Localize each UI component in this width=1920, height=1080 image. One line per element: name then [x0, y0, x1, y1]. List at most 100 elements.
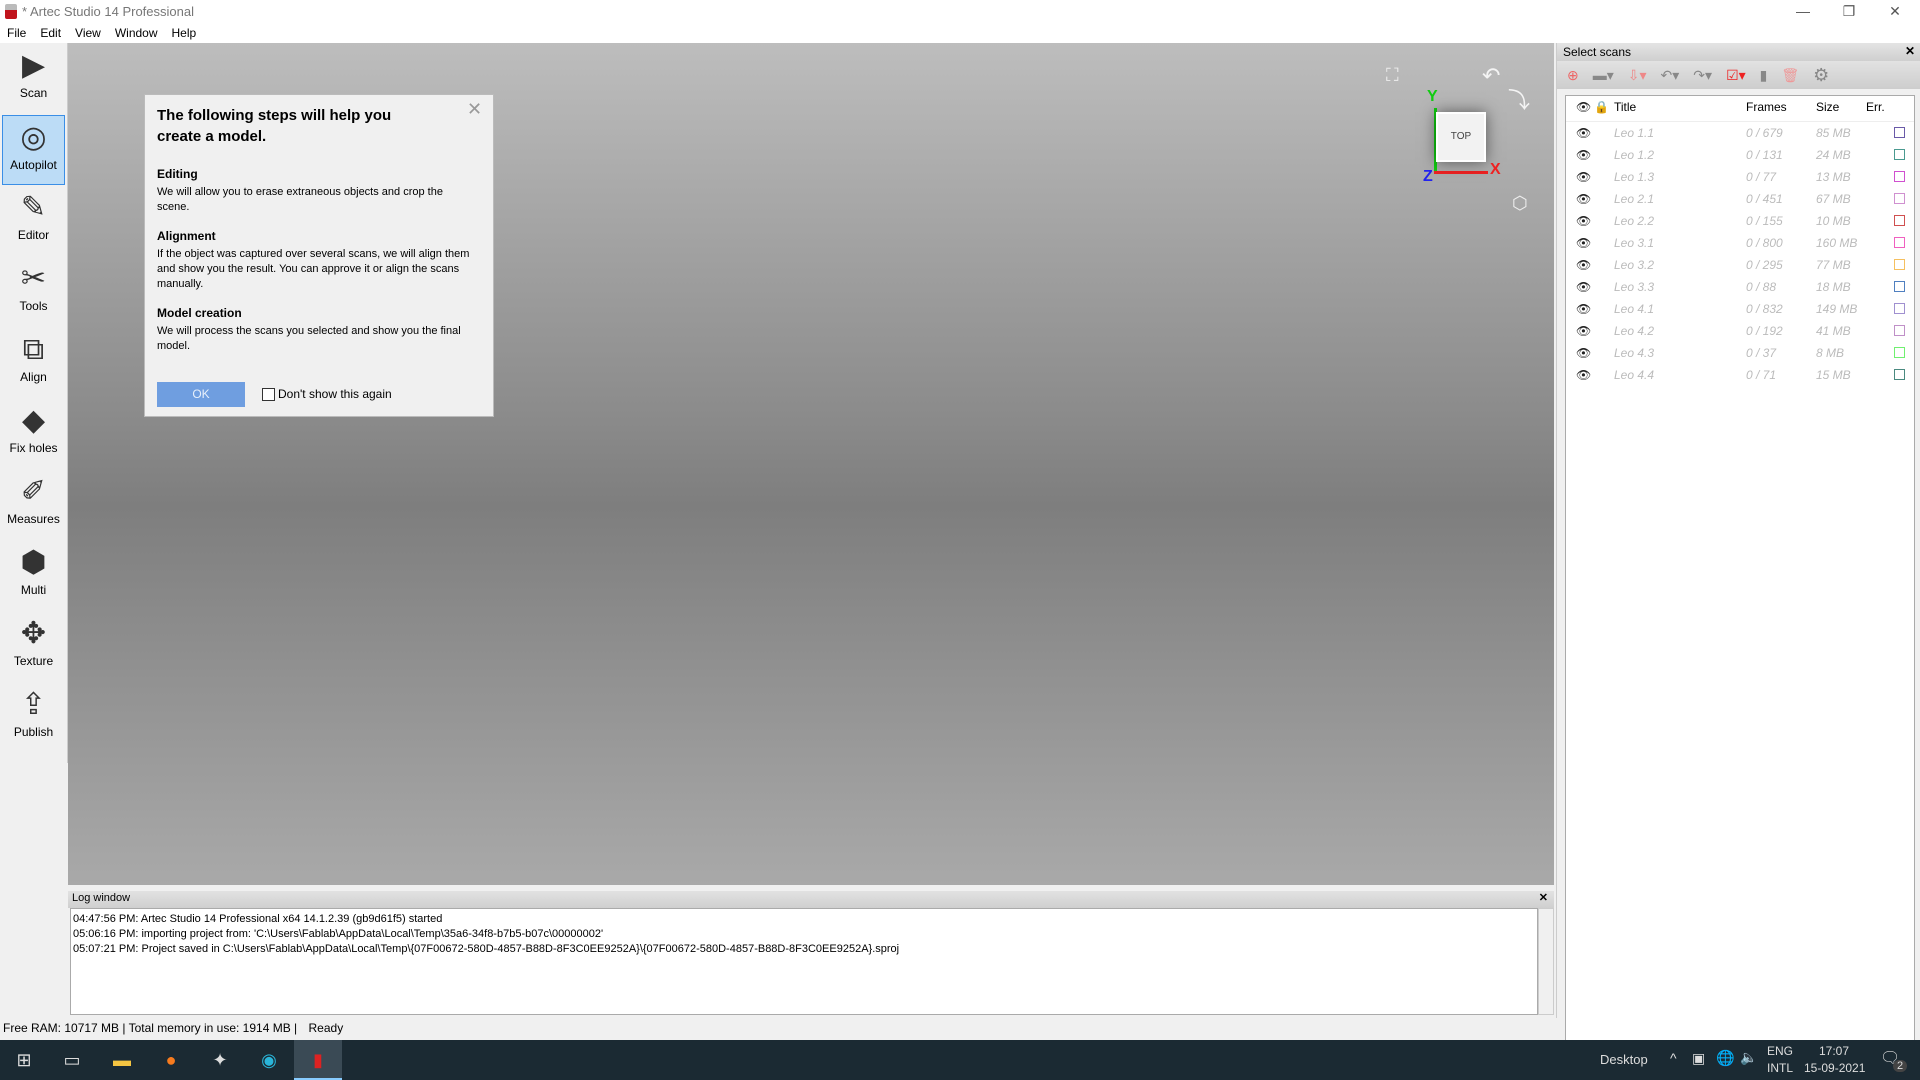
artec-studio-taskbar-icon[interactable]: ▮	[294, 1040, 342, 1080]
open-folder-icon[interactable]: ▬▾	[1593, 67, 1614, 84]
edge-icon[interactable]: ◉	[245, 1040, 293, 1080]
scan-color-checkbox[interactable]	[1894, 237, 1905, 248]
dont-show-again-checkbox[interactable]: Don't show this again	[262, 387, 392, 401]
visibility-eye-icon[interactable]: 👁	[1576, 236, 1591, 250]
visibility-eye-icon[interactable]: 👁	[1576, 346, 1591, 360]
col-size[interactable]: Size	[1816, 100, 1839, 114]
sidebar-tool-editor[interactable]: ✎ Editor	[2, 186, 65, 256]
scan-row[interactable]: 👁 Leo 4.1 0 / 832 149 MB	[1566, 298, 1914, 320]
volume-icon[interactable]: 🔈	[1740, 1049, 1757, 1066]
sidebar-tool-texture[interactable]: ✥ Texture	[2, 612, 65, 682]
scan-color-checkbox[interactable]	[1894, 325, 1905, 336]
scan-color-checkbox[interactable]	[1894, 127, 1905, 138]
menu-window[interactable]: Window	[108, 24, 165, 43]
clock-date[interactable]: 15-09-2021	[1804, 1061, 1865, 1075]
select-all-icon[interactable]: ☑▾	[1726, 67, 1746, 84]
redo-icon[interactable]: ↷▾	[1693, 67, 1712, 84]
visibility-column-icon[interactable]: 👁	[1576, 100, 1591, 114]
menu-file[interactable]: File	[0, 24, 33, 43]
visibility-eye-icon[interactable]: 👁	[1576, 324, 1591, 338]
visibility-eye-icon[interactable]: 👁	[1576, 214, 1591, 228]
scan-row[interactable]: 👁 Leo 4.3 0 / 37 8 MB	[1566, 342, 1914, 364]
visibility-eye-icon[interactable]: 👁	[1576, 368, 1591, 382]
delete-icon[interactable]: 🗑	[1781, 67, 1799, 84]
language-primary[interactable]: ENG	[1767, 1044, 1793, 1058]
scan-color-checkbox[interactable]	[1894, 149, 1905, 160]
scan-row[interactable]: 👁 Leo 1.3 0 / 77 13 MB	[1566, 166, 1914, 188]
status-bar: Free RAM: 10717 MB | Total memory in use…	[3, 1021, 344, 1035]
desktop-toolbar[interactable]: Desktop	[1600, 1052, 1648, 1067]
firefox-icon[interactable]: ●	[147, 1040, 195, 1080]
col-err[interactable]: Err.	[1866, 100, 1885, 114]
visibility-eye-icon[interactable]: 👁	[1576, 170, 1591, 184]
undo-icon[interactable]: ↶▾	[1661, 67, 1680, 84]
settings-gear-icon[interactable]: ⚙	[1813, 65, 1829, 86]
scan-row[interactable]: 👁 Leo 1.2 0 / 131 24 MB	[1566, 144, 1914, 166]
menu-help[interactable]: Help	[165, 24, 204, 43]
menu-edit[interactable]: Edit	[33, 24, 68, 43]
fit-view-icon[interactable]: ⛶	[1386, 65, 1399, 86]
rotate-left-icon[interactable]: ↶	[1482, 63, 1500, 89]
view-cube-top[interactable]: TOP	[1436, 112, 1486, 162]
file-explorer-icon[interactable]: ▬	[98, 1040, 146, 1080]
col-frames[interactable]: Frames	[1746, 100, 1787, 114]
visibility-eye-icon[interactable]: 👁	[1576, 302, 1591, 316]
sidebar-tool-tools[interactable]: ✂ Tools	[2, 257, 65, 327]
sidebar-tool-measures[interactable]: ✐ Measures	[2, 470, 65, 540]
panel-close-icon[interactable]: ✕	[1905, 44, 1915, 58]
scan-color-checkbox[interactable]	[1894, 303, 1905, 314]
scan-color-checkbox[interactable]	[1894, 215, 1905, 226]
scan-color-checkbox[interactable]	[1894, 171, 1905, 182]
duplicate-icon[interactable]: ▮	[1760, 67, 1768, 84]
clock-time[interactable]: 17:07	[1819, 1044, 1849, 1058]
camera-icon[interactable]: ▣	[1692, 1050, 1705, 1067]
scan-row[interactable]: 👁 Leo 2.2 0 / 155 10 MB	[1566, 210, 1914, 232]
view-cube-menu-icon[interactable]: ⬡	[1512, 193, 1528, 214]
sidebar-tool-autopilot[interactable]: ◎ Autopilot	[2, 115, 65, 185]
scan-row[interactable]: 👁 Leo 2.1 0 / 451 67 MB	[1566, 188, 1914, 210]
task-view-icon[interactable]: ▭	[48, 1040, 96, 1080]
col-title[interactable]: Title	[1614, 100, 1636, 114]
restore-button[interactable]: ❐	[1826, 0, 1872, 24]
language-secondary[interactable]: INTL	[1767, 1061, 1793, 1075]
ok-button[interactable]: OK	[157, 382, 245, 407]
menu-view[interactable]: View	[68, 24, 108, 43]
lock-column-icon[interactable]: 🔒	[1594, 100, 1609, 114]
log-scrollbar[interactable]	[1538, 908, 1554, 1015]
network-icon[interactable]: 🌐	[1716, 1049, 1735, 1067]
align-icon: ⧉	[22, 333, 45, 366]
scan-row[interactable]: 👁 Leo 4.4 0 / 71 15 MB	[1566, 364, 1914, 386]
checkbox-icon[interactable]	[262, 387, 275, 401]
dialog-close-icon[interactable]: ✕	[467, 99, 482, 120]
3d-viewport[interactable]: ✕ The following steps will help you crea…	[68, 43, 1554, 885]
visibility-eye-icon[interactable]: 👁	[1576, 280, 1591, 294]
visibility-eye-icon[interactable]: 👁	[1576, 148, 1591, 162]
show-hidden-icons[interactable]: ^	[1670, 1050, 1677, 1066]
minimize-button[interactable]: —	[1780, 0, 1826, 24]
windows-start-icon[interactable]: ⊞	[0, 1040, 48, 1080]
sidebar-tool-align[interactable]: ⧉ Align	[2, 328, 65, 398]
import-icon[interactable]: ⇩▾	[1628, 67, 1647, 84]
scan-row[interactable]: 👁 Leo 1.1 0 / 679 85 MB	[1566, 122, 1914, 144]
scan-row[interactable]: 👁 Leo 3.2 0 / 295 77 MB	[1566, 254, 1914, 276]
rotate-down-icon[interactable]: ⤵	[1508, 83, 1530, 115]
sidebar-tool-multi[interactable]: ⬢ Multi	[2, 541, 65, 611]
add-scan-icon[interactable]: ⊕	[1567, 67, 1579, 84]
scan-row[interactable]: 👁 Leo 4.2 0 / 192 41 MB	[1566, 320, 1914, 342]
scan-color-checkbox[interactable]	[1894, 347, 1905, 358]
visibility-eye-icon[interactable]: 👁	[1576, 258, 1591, 272]
visibility-eye-icon[interactable]: 👁	[1576, 126, 1591, 140]
close-button[interactable]: ✕	[1872, 0, 1918, 24]
app-icon-taskbar[interactable]: ✦	[196, 1040, 244, 1080]
sidebar-tool-fix-holes[interactable]: ◆ Fix holes	[2, 399, 65, 469]
scan-color-checkbox[interactable]	[1894, 259, 1905, 270]
sidebar-tool-publish[interactable]: ⇪ Publish	[2, 683, 65, 753]
scan-color-checkbox[interactable]	[1894, 369, 1905, 380]
log-close-icon[interactable]: ✕	[1539, 891, 1548, 904]
scan-row[interactable]: 👁 Leo 3.1 0 / 800 160 MB	[1566, 232, 1914, 254]
scan-row[interactable]: 👁 Leo 3.3 0 / 88 18 MB	[1566, 276, 1914, 298]
visibility-eye-icon[interactable]: 👁	[1576, 192, 1591, 206]
scan-color-checkbox[interactable]	[1894, 193, 1905, 204]
scan-color-checkbox[interactable]	[1894, 281, 1905, 292]
sidebar-tool-scan[interactable]: ▶ Scan	[2, 44, 65, 114]
